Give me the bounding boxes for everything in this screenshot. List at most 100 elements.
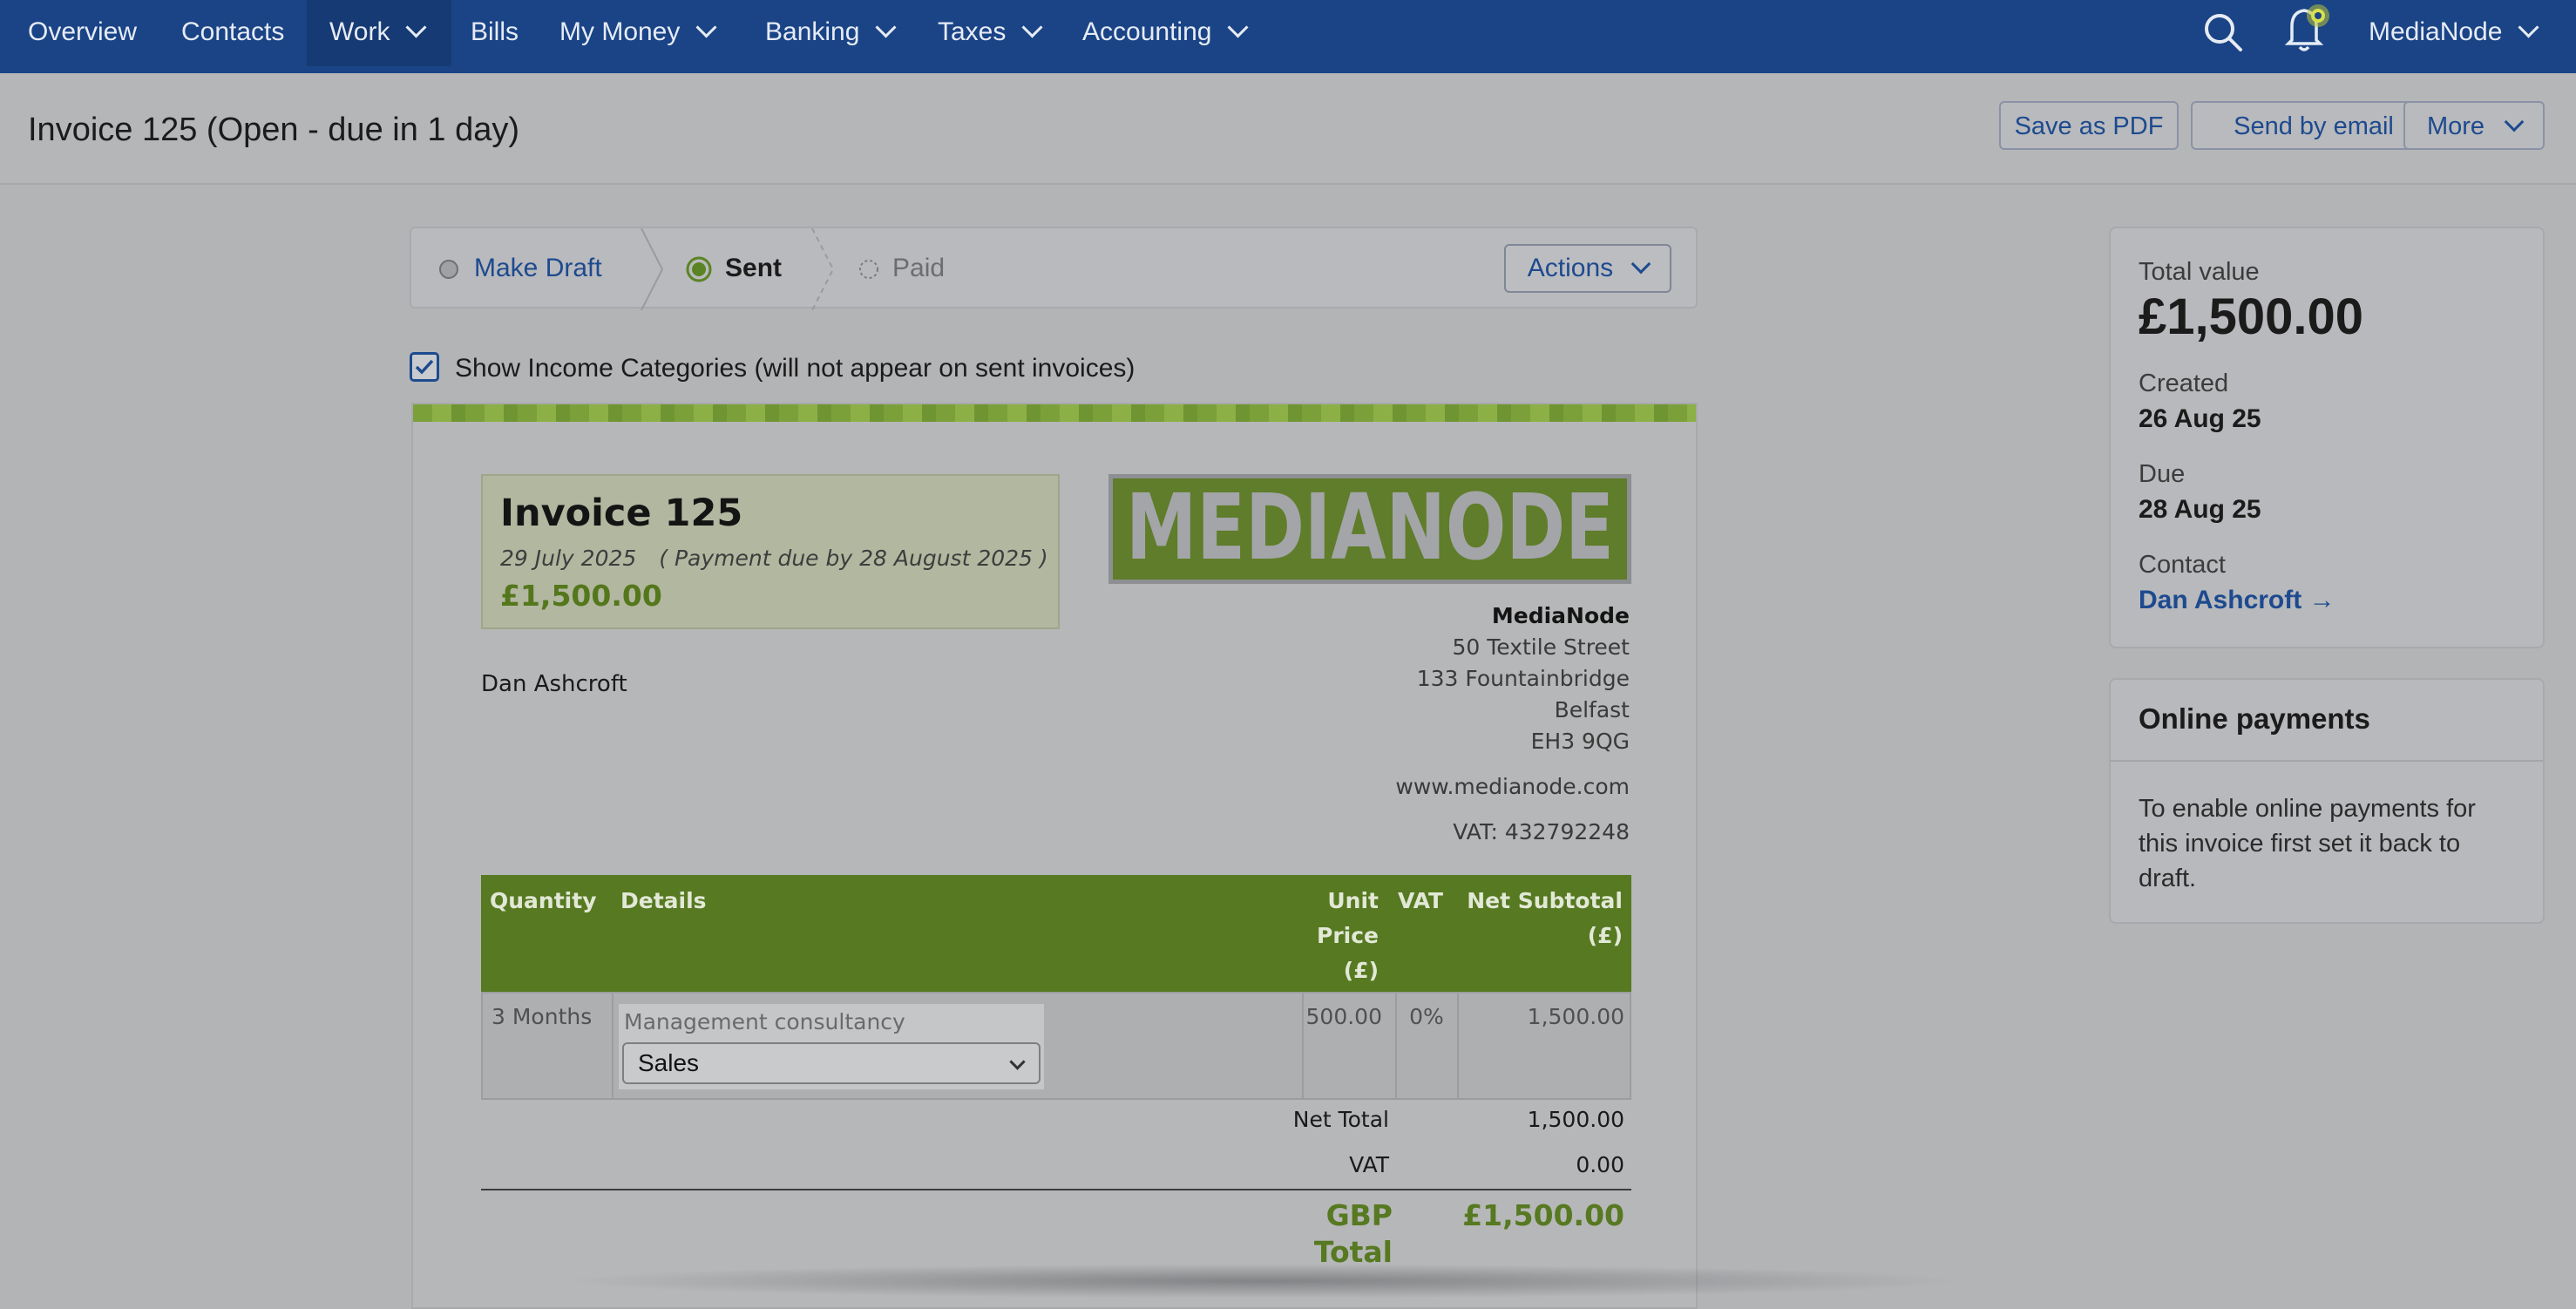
nav-accounting[interactable]: Accounting [1082, 0, 1249, 66]
account-menu[interactable]: MediaNode [2369, 0, 2539, 66]
chevron-down-icon [1630, 254, 1651, 275]
due-label: Due [2139, 460, 2186, 488]
scroll-shadow [558, 1264, 1969, 1299]
income-category-value: Sales [638, 1049, 700, 1076]
column-divider [1395, 994, 1397, 1098]
company-city: Belfast [1554, 697, 1630, 722]
page-title: Invoice 125 (Open - due in 1 day) [28, 112, 520, 148]
nav-taxes-label: Taxes [938, 17, 1007, 46]
invoice-summary-panel: Total value £1,500.00 Created 26 Aug 25 … [2109, 227, 2545, 648]
due-value: 28 Aug 25 [2139, 495, 2261, 524]
nav-bills[interactable]: Bills [471, 0, 519, 66]
total-value-amount: £1,500.00 [2139, 288, 2364, 345]
net-total-label: Net Total [1292, 1107, 1389, 1132]
company-postcode: EH3 9QG [1530, 729, 1630, 754]
invoice-due-note: ( Payment due by 28 August 2025 ) [659, 546, 1048, 571]
invoice-document: Invoice 125 29 July 2025 ( Payment due b… [411, 403, 1698, 1309]
svg-text:MEDIANODE: MEDIANODE [1126, 478, 1614, 580]
radio-selected-icon [686, 256, 712, 282]
header-net-line2: (£) [1587, 923, 1623, 948]
show-income-categories-label: Show Income Categories (will not appear … [455, 354, 1135, 383]
medianode-logo-image: MEDIANODE [1126, 474, 1614, 580]
company-address-line1: 50 Textile Street [1452, 634, 1630, 660]
more-button[interactable]: More [2403, 101, 2545, 150]
radio-empty-icon [439, 260, 458, 279]
company-address-line2: 133 Fountainbridge [1416, 666, 1630, 691]
step-divider-icon [811, 228, 835, 310]
top-navigation: Overview Contacts Work Bills My Money Ba… [0, 0, 2576, 73]
show-income-categories-checkbox[interactable] [410, 352, 439, 382]
nav-contacts[interactable]: Contacts [181, 0, 284, 66]
row-details-text: Management consultancy [624, 1009, 905, 1034]
contact-link[interactable]: Dan Ashcroft → [2139, 586, 2335, 615]
net-total-value: 1,500.00 [1527, 1107, 1624, 1132]
chevron-down-icon [1009, 1054, 1026, 1070]
invoice-header-stripe [413, 404, 1696, 422]
header-unit-price-line2: Price [1317, 923, 1379, 948]
chevron-down-icon [1021, 17, 1043, 38]
nav-overview[interactable]: Overview [28, 0, 137, 66]
client-name: Dan Ashcroft [481, 671, 627, 697]
search-icon[interactable] [2203, 12, 2243, 57]
company-vat-number: VAT: 432792248 [1453, 819, 1630, 844]
column-divider [1457, 994, 1459, 1098]
chevron-down-icon [2518, 17, 2539, 38]
nav-banking-label: Banking [765, 17, 860, 46]
header-unit-price: Unit Price (£) [1300, 884, 1379, 988]
sent-label: Sent [725, 254, 783, 282]
nav-work[interactable]: Work [307, 0, 451, 66]
grand-total-label: GBP Total [1241, 1197, 1393, 1271]
header-details: Details [620, 888, 707, 913]
invoice-summary-box: Invoice 125 29 July 2025 ( Payment due b… [481, 474, 1060, 629]
nav-accounting-label: Accounting [1082, 17, 1212, 46]
send-email-button[interactable]: Send by email [2191, 101, 2437, 150]
header-net-line1: Net Subtotal [1467, 888, 1623, 913]
online-payments-title: Online payments [2139, 702, 2370, 735]
chevron-down-icon [2504, 112, 2525, 132]
nav-my-money[interactable]: My Money [559, 0, 717, 66]
row-details: Management consultancy Sales [619, 1004, 1044, 1089]
chevron-down-icon [405, 17, 427, 38]
nav-taxes[interactable]: Taxes [938, 0, 1043, 66]
paid-label: Paid [892, 254, 946, 282]
account-name: MediaNode [2369, 17, 2503, 46]
row-net-subtotal: 1,500.00 [1527, 1004, 1624, 1029]
invoice-dates: 29 July 2025 ( Payment due by 28 August … [500, 546, 1048, 571]
company-website: www.medianode.com [1395, 774, 1630, 799]
page-header: Invoice 125 (Open - due in 1 day) Save a… [0, 73, 2576, 185]
header-quantity: Quantity [490, 888, 597, 913]
invoice-status-bar: Make Draft Sent Paid Actions [410, 227, 1698, 310]
row-vat: 0% [1409, 1004, 1444, 1029]
grand-total-value: £1,500.00 [1462, 1198, 1624, 1232]
line-items-header: Quantity Details Unit Price (£) VAT Net … [481, 875, 1631, 992]
chevron-down-icon [1227, 17, 1249, 38]
panel-divider [2111, 760, 2543, 762]
header-net-subtotal: Net Subtotal (£) [1440, 884, 1623, 953]
header-unit-price-line1: Unit [1327, 888, 1379, 913]
nav-banking[interactable]: Banking [765, 0, 897, 66]
income-category-select[interactable]: Sales [622, 1042, 1041, 1084]
vat-total-label: VAT [1349, 1152, 1389, 1177]
chevron-down-icon [695, 17, 717, 38]
nav-overview-label: Overview [28, 17, 138, 46]
online-payments-text: To enable online payments for this invoi… [2139, 795, 2476, 892]
company-name: MediaNode [1491, 603, 1630, 628]
notification-bell-icon[interactable] [2283, 0, 2332, 60]
totals-divider [481, 1189, 1631, 1190]
actions-button[interactable]: Actions [1504, 244, 1671, 293]
invoice-date: 29 July 2025 [500, 546, 637, 571]
created-label: Created [2139, 370, 2229, 397]
total-value-label: Total value [2139, 258, 2260, 286]
company-logo: MEDIANODE [1108, 474, 1631, 584]
column-divider [612, 994, 613, 1098]
checkmark-icon [415, 359, 434, 375]
more-label: More [2426, 112, 2485, 140]
row-unit-price: 500.00 [1305, 1004, 1382, 1029]
nav-work-label: Work [329, 17, 390, 46]
save-pdf-button[interactable]: Save as PDF [1999, 101, 2179, 150]
nav-contacts-label: Contacts [181, 17, 285, 46]
grand-total-label-line1: GBP [1325, 1198, 1393, 1232]
radio-dashed-icon [859, 260, 878, 279]
online-payments-panel: Online payments To enable online payment… [2109, 678, 2545, 924]
actions-label: Actions [1527, 254, 1614, 282]
